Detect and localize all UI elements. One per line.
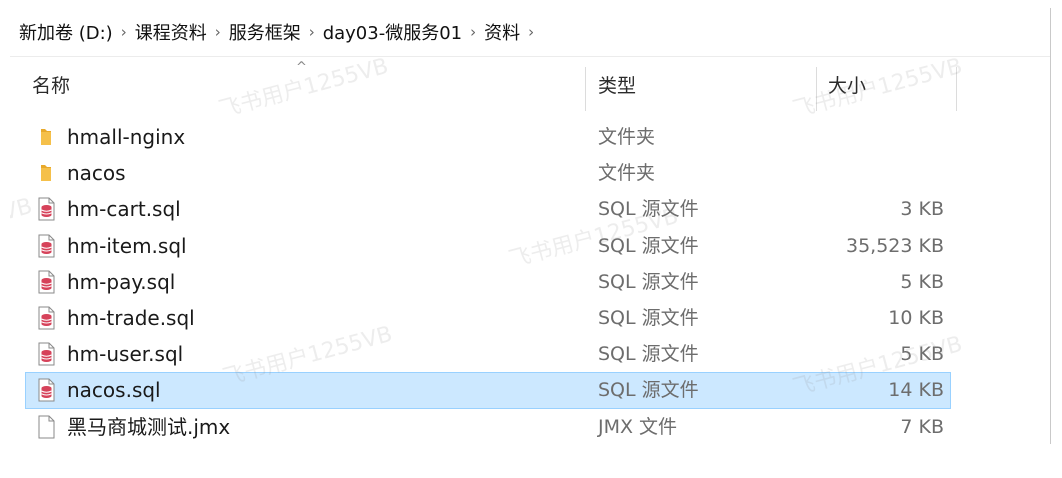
- file-type: 文件夹: [598, 126, 656, 148]
- sql-file-icon: [36, 378, 56, 402]
- chevron-right-icon[interactable]: ›: [309, 24, 315, 40]
- file-type: JMX 文件: [598, 415, 678, 438]
- file-row[interactable]: hm-user.sql SQL 源文件 5 KB: [26, 337, 950, 372]
- file-row[interactable]: hm-item.sql SQL 源文件 35,523 KB: [26, 229, 950, 264]
- file-row[interactable]: hm-pay.sql SQL 源文件 5 KB: [26, 265, 950, 300]
- column-divider[interactable]: [816, 67, 817, 111]
- file-row[interactable]: nacos 文件夹: [26, 156, 950, 191]
- file-size: 5 KB: [900, 270, 944, 293]
- file-name: hm-cart.sql: [67, 197, 181, 222]
- file-row[interactable]: hm-cart.sql SQL 源文件 3 KB: [26, 192, 950, 227]
- file-name: hm-trade.sql: [67, 306, 195, 330]
- file-size: [796, 120, 944, 155]
- breadcrumb: 新加卷 (D:) › 课程资料 › 服务框架 › day03-微服务01 › 资…: [10, 8, 1050, 56]
- breadcrumb-service-framework[interactable]: 服务框架: [229, 19, 301, 45]
- breadcrumb-materials[interactable]: 资料: [484, 19, 520, 45]
- column-header: ^ 名称 类型 大小: [10, 57, 1050, 119]
- file-name: hmall-nginx: [67, 125, 186, 149]
- column-header-size[interactable]: 大小: [828, 57, 948, 111]
- file-type: SQL 源文件: [598, 198, 699, 221]
- file-size: 35,523 KB: [845, 234, 944, 257]
- file-type: 文件夹: [598, 162, 656, 185]
- file-row[interactable]: hmall-nginx 文件夹: [26, 120, 950, 155]
- folder-icon: [36, 161, 56, 185]
- column-header-size-label: 大小: [828, 74, 867, 97]
- file-row[interactable]: nacos.sql SQL 源文件 14 KB: [25, 372, 951, 410]
- file-size: 10 KB: [888, 307, 944, 329]
- blank-file-icon: [36, 415, 56, 439]
- file-name: hm-item.sql: [67, 233, 187, 258]
- folder-icon: [36, 125, 56, 149]
- column-header-name-label: 名称: [32, 74, 71, 97]
- chevron-right-icon[interactable]: ›: [470, 24, 476, 40]
- file-size: 7 KB: [900, 415, 944, 438]
- column-divider[interactable]: [956, 67, 957, 111]
- file-size: [796, 156, 944, 191]
- file-type: SQL 源文件: [598, 379, 699, 402]
- file-name: 黑马商城测试.jmx: [67, 414, 231, 439]
- column-header-type-label: 类型: [598, 74, 637, 97]
- file-size: 14 KB: [888, 379, 944, 402]
- sql-file-icon: [36, 342, 56, 366]
- file-row[interactable]: hm-trade.sql SQL 源文件 10 KB: [26, 301, 950, 336]
- breadcrumb-drive[interactable]: 新加卷 (D:): [19, 19, 113, 45]
- file-explorer-window: 新加卷 (D:) › 课程资料 › 服务框架 › day03-微服务01 › 资…: [10, 8, 1051, 444]
- sql-file-icon: [36, 234, 56, 258]
- file-size: 3 KB: [900, 198, 944, 221]
- file-name: hm-user.sql: [67, 342, 184, 367]
- file-type: SQL 源文件: [598, 307, 699, 329]
- sql-file-icon: [36, 270, 56, 294]
- file-name: hm-pay.sql: [67, 269, 176, 294]
- column-header-name[interactable]: 名称: [32, 57, 582, 111]
- chevron-right-icon[interactable]: ›: [215, 24, 221, 40]
- sql-file-icon: [36, 197, 56, 221]
- breadcrumb-course-materials[interactable]: 课程资料: [135, 19, 207, 45]
- file-type: SQL 源文件: [598, 343, 699, 366]
- file-type: SQL 源文件: [598, 270, 699, 293]
- chevron-right-icon[interactable]: ›: [121, 24, 127, 40]
- file-size: 5 KB: [900, 343, 944, 366]
- file-type: SQL 源文件: [598, 234, 699, 257]
- file-name: nacos: [67, 161, 126, 186]
- column-divider[interactable]: [585, 67, 586, 111]
- sql-file-icon: [36, 306, 56, 330]
- file-name: nacos.sql: [67, 378, 161, 403]
- column-header-type[interactable]: 类型: [598, 57, 818, 111]
- breadcrumb-day03[interactable]: day03-微服务01: [323, 19, 462, 45]
- file-row[interactable]: 黑马商城测试.jmx JMX 文件 7 KB: [26, 410, 950, 444]
- chevron-right-icon[interactable]: ›: [528, 24, 534, 40]
